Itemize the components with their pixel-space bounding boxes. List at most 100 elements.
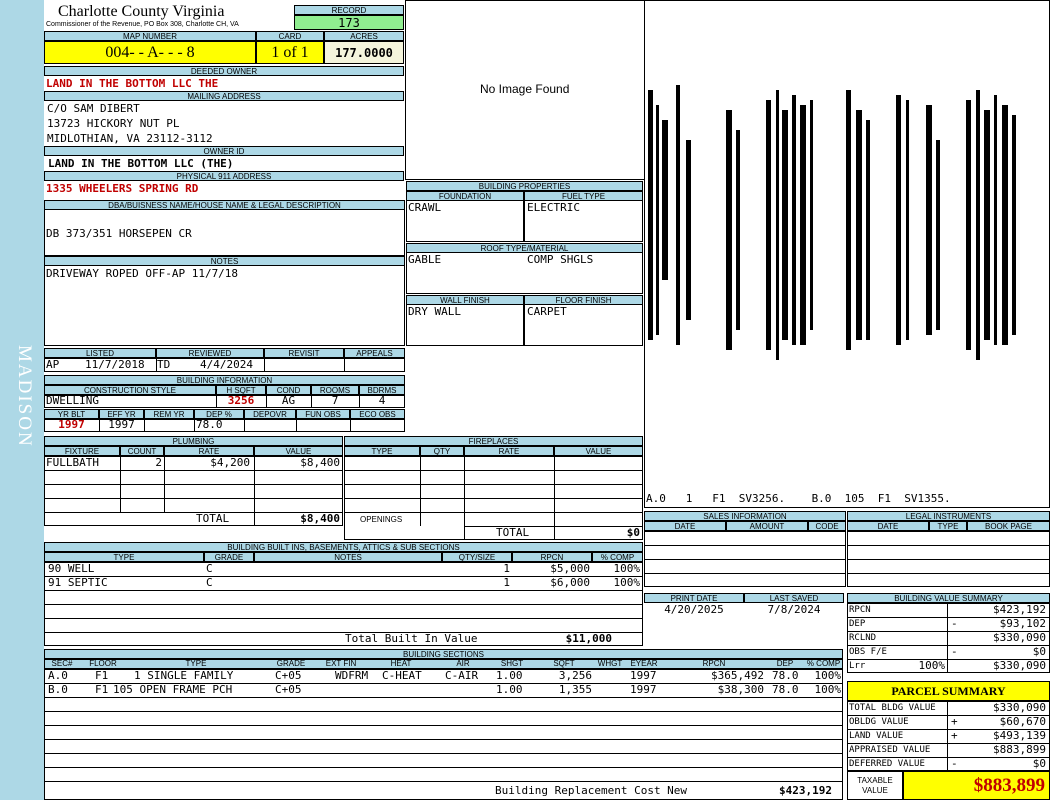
print-date-label: PRINT DATE [644,593,744,603]
section-a-sqft: 3,256 [558,669,592,682]
section-b-sqft: 1,355 [558,683,592,696]
sec-header-grade: GRADE [276,659,306,668]
built-in-row1-grade: C [206,562,213,575]
roof-material-value: COMP SHGLS [527,253,594,266]
built-in-row2-grade: C [206,576,213,589]
parcel-land-label: LAND VALUE [849,731,904,741]
built-in-row2-rpcn: $6,000 [550,576,590,589]
section-a-heat: C-HEAT [382,669,422,682]
section-b-shgt: 1.00 [496,683,523,696]
hsqft-value: 3256 [227,394,255,407]
built-in-total-label: Total Built In Value [345,632,478,645]
summary-dep-value: $93,102 [999,617,1046,630]
style-value: DWELLING [46,394,99,407]
sales-amount-header: AMOUNT [726,521,808,531]
acres-value: 177.0000 [324,41,404,64]
built-ins-notes-header: NOTES [254,552,442,562]
building-properties-label: BUILDING PROPERTIES [406,181,643,191]
plumbing-rate-header: RATE [164,446,254,456]
section-b-comp: 100% [814,683,842,696]
roof-type-value: GABLE [408,253,442,266]
plumbing-total: $8,400 [300,512,340,525]
map-number-label: MAP NUMBER [44,31,256,41]
fireplaces-label: FIREPLACES [344,436,643,446]
parcel-obldg-value: $60,670 [999,715,1046,728]
sec-header-rpcn: RPCN [702,659,726,668]
section-a-eyear: 1997 [630,669,657,682]
taxable-label: TAXABLE VALUE [847,771,903,800]
section-a-rpcn: $365,492 [711,669,764,682]
notes-text: DRIVEWAY ROPED OFF-AP 11/7/18 [46,267,239,280]
commissioner-line: Commissioner of the Revenue, PO Box 308,… [46,21,239,28]
fireplace-total-label: TOTAL [496,526,530,539]
reviewed-by: TD [157,358,171,371]
sales-date-header: DATE [644,521,726,531]
plumbing-fixture-header: FIXTURE [44,446,120,456]
section-a-comp: 100% [814,669,842,682]
roof-cell [406,252,643,294]
sec-header-sec: SEC# [51,659,73,668]
built-ins-grade-header: GRADE [204,552,254,562]
last-saved-date: 7/8/2024 [767,603,821,616]
sections-label: BUILDING SECTIONS [44,649,843,659]
legal-bookpage-header: BOOK PAGE [967,521,1050,531]
built-in-row1-comp: 100% [613,562,641,575]
summary-rclnd-value: $330,090 [993,631,1046,644]
summary-rpcn-label: RPCN [849,605,871,615]
reviewed-label: REVIEWED [156,348,264,358]
section-a-shgt: 1.00 [496,669,523,682]
summary-rpcn-value: $423,192 [993,603,1046,616]
section-b-floor: F1 [95,683,109,696]
card-value: 1 of 1 [256,41,324,64]
dba-label: DBA/BUISNESS NAME/HOUSE NAME & LEGAL DES… [44,200,405,210]
legal-type-header: TYPE [929,521,967,531]
sec-header-shgt: SHGT [500,659,524,668]
sec-header-heat: HEAT [390,659,412,668]
listed-by: AP [46,358,60,371]
sales-label: SALES INFORMATION [644,511,846,521]
summary-obs-value: $0 [1032,645,1046,658]
listed-date: 11/7/2018 [85,358,145,371]
plumbing-count-header: COUNT [120,446,164,456]
fireplace-total: $0 [626,526,640,539]
parcel-total-bldg-value: $330,090 [993,701,1046,714]
sketch-barcode-image [648,85,1016,360]
legal-date-header: DATE [847,521,929,531]
section-a-extfin: WDFRM [335,669,369,682]
fireplace-qty-header: QTY [420,446,464,456]
built-ins-rpcn-header: RPCN [512,552,592,562]
built-ins-label: BUILDING BUILT INS, BASEMENTS, ATTICS & … [44,542,643,552]
plumbing-count: 2 [155,456,162,469]
sec-header-whgt: WHGT [597,659,623,668]
section-a-grade: C+05 [275,669,302,682]
section-a-dep: 78.0 [772,669,799,682]
sec-header-dep: DEP [776,659,794,668]
yrblt-value: 1997 [58,418,85,431]
reviewed-date: 4/4/2024 [200,358,253,371]
notes-label: NOTES [44,256,405,266]
mailing-line-3: MIDLOTHIAN, VA 23112-3112 [47,132,213,145]
sec-header-sqft: SQFT [553,659,575,668]
parcel-land-value: $493,139 [993,729,1046,742]
section-b-rpcn: $38,300 [717,683,764,696]
appeals-label: APPEALS [344,348,405,358]
built-ins-qty-header: QTY/SIZE [442,552,512,562]
section-b-grade: C+05 [275,683,302,696]
plumbing-rate: $4,200 [210,456,250,469]
county-title: Charlotte County Virginia [58,3,225,20]
fireplace-openings-label: OPENINGS [360,515,403,524]
sections-total-label: Building Replacement Cost New [495,784,688,797]
print-date: 4/20/2025 [664,603,724,616]
section-b-eyear: 1997 [630,683,657,696]
no-image-text: No Image Found [480,82,570,96]
built-in-row1-qty: 1 [503,562,510,575]
built-in-row2-qty: 1 [503,576,510,589]
fireplace-rate-header: RATE [464,446,554,456]
built-in-row2-comp: 100% [613,576,641,589]
plumbing-value: $8,400 [300,456,340,469]
fireplace-type-header: TYPE [344,446,420,456]
parcel-appraised-value: $883,899 [993,743,1046,756]
section-a-type: 1 SINGLE FAMILY [134,669,234,682]
built-in-row2-type: 91 SEPTIC [48,576,108,589]
listed-label: LISTED [44,348,156,358]
